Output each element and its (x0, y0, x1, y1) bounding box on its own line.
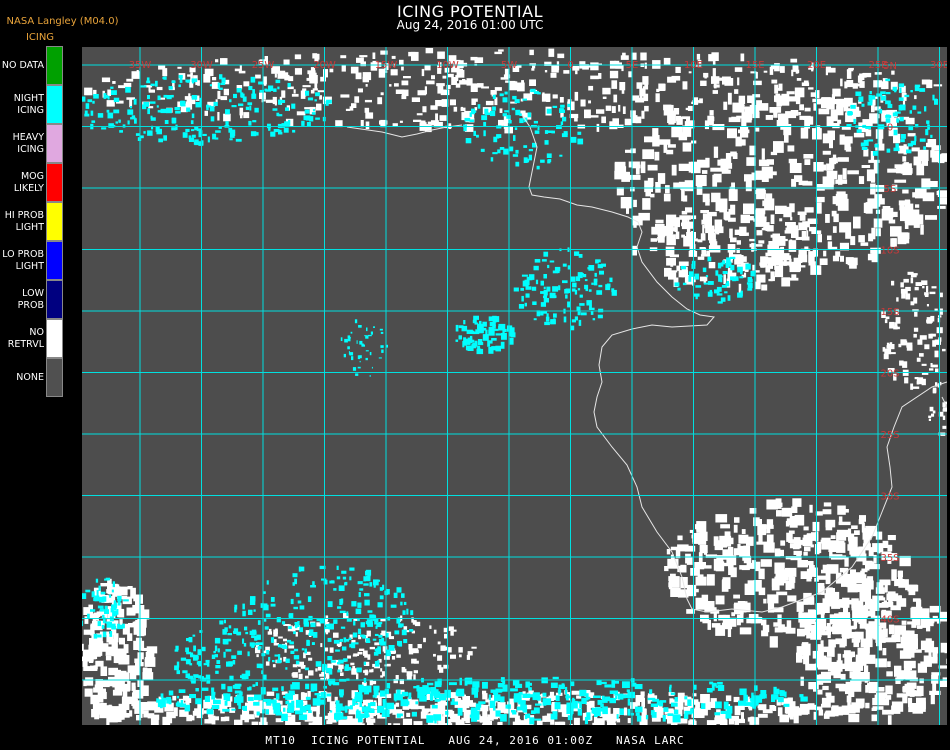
legend-swatch (46, 202, 63, 241)
color-legend: NO DATA NIGHT ICING HEAVY ICING MOG LIKELY HI P… (0, 46, 66, 397)
footer-caption: MT10 ICING POTENTIAL AUG 24, 2016 01:00Z… (265, 734, 685, 747)
latitude-label: 0 (887, 123, 893, 134)
legend-label: NO RETRVL (0, 319, 44, 358)
latitude-label: 10S (880, 246, 899, 257)
legend-label-line: LO PROB (2, 248, 44, 260)
latitude-label: 20S (880, 369, 899, 380)
no-retrieval-cloud-areas (82, 48, 947, 725)
legend-item: HEAVY ICING (0, 124, 66, 163)
legend-label-line: NO DATA (1, 59, 44, 71)
legend-label: NONE (0, 358, 44, 397)
legend-swatch (46, 280, 63, 319)
longitude-label: 10E (684, 60, 703, 71)
longitude-label: 15E (745, 60, 764, 71)
legend-label-line: ICING (17, 104, 44, 116)
legend-swatch (46, 241, 63, 280)
legend-label: LOW PROB (0, 280, 44, 319)
longitude-label: 5E (626, 60, 639, 71)
legend-swatch (46, 46, 63, 85)
latitude-label: 30S (880, 492, 899, 503)
longitude-label: 5W (501, 60, 517, 71)
legend-label-line: LIGHT (15, 260, 44, 272)
longitude-label: 30E (930, 60, 947, 71)
legend-label: MOG LIKELY (0, 163, 44, 202)
legend-label: NIGHT ICING (0, 85, 44, 124)
longitude-label: 25W (252, 60, 275, 71)
legend-swatch (46, 319, 63, 358)
legend-swatch (46, 358, 63, 397)
longitude-label: 20E (807, 60, 826, 71)
legend-label: HI PROB LIGHT (0, 202, 44, 241)
legend-label: LO PROB LIGHT (0, 241, 44, 280)
legend-label-line: NONE (16, 371, 44, 383)
longitude-label: 35W (129, 60, 152, 71)
longitude-label: 20W (313, 60, 336, 71)
legend-label: HEAVY ICING (0, 124, 44, 163)
latitude-label: 5S (884, 184, 897, 195)
legend-label-line: LOW (22, 287, 44, 299)
legend-swatch (46, 163, 63, 202)
legend-item: MOG LIKELY (0, 163, 66, 202)
legend-label-line: RETRVL (7, 338, 44, 350)
legend-item: NO DATA (0, 46, 66, 85)
longitude-label: 10W (436, 60, 459, 71)
legend-label-line: MOG (20, 170, 44, 182)
legend-label-line: HEAVY (12, 131, 44, 143)
legend-item: NO RETRVL (0, 319, 66, 358)
legend-swatch (46, 124, 63, 163)
legend-label-line: LIKELY (13, 182, 44, 194)
longitude-label: 30W (190, 60, 213, 71)
legend-label-line: NIGHT (13, 92, 44, 104)
legend-title: ICING (25, 32, 55, 43)
legend-item: LO PROB LIGHT (0, 241, 66, 280)
legend-label-line: PROB (17, 299, 44, 311)
legend-item: HI PROB LIGHT (0, 202, 66, 241)
legend-item: NONE (0, 358, 66, 397)
latitude-label: 15S (880, 307, 899, 318)
legend-swatch (46, 85, 63, 124)
legend-label: NO DATA (0, 46, 44, 85)
latitude-label: 5N (883, 61, 897, 72)
map-overlay: 35W 30W 25W 20W 15W 10W 5W 0 5E 10E 15E 20E 25E 30E 5… (82, 47, 947, 725)
map-timestamp: Aug 24, 2016 01:00 UTC (396, 18, 544, 32)
latitude-label: 25S (880, 430, 899, 441)
legend-label-line: LIGHT (15, 221, 44, 233)
legend-item: LOW PROB (0, 280, 66, 319)
longitude-label: 15W (375, 60, 398, 71)
legend-item: NIGHT ICING (0, 85, 66, 124)
longitude-label: 0 (567, 60, 573, 71)
legend-label-line: HI PROB (4, 209, 44, 221)
legend-label-line: ICING (17, 143, 44, 155)
producer-label: NASA Langley (M04.0) (6, 16, 119, 27)
latitude-label: 35S (880, 553, 899, 564)
legend-label-line: NO (29, 326, 44, 338)
latitude-label: 40S (880, 615, 899, 626)
